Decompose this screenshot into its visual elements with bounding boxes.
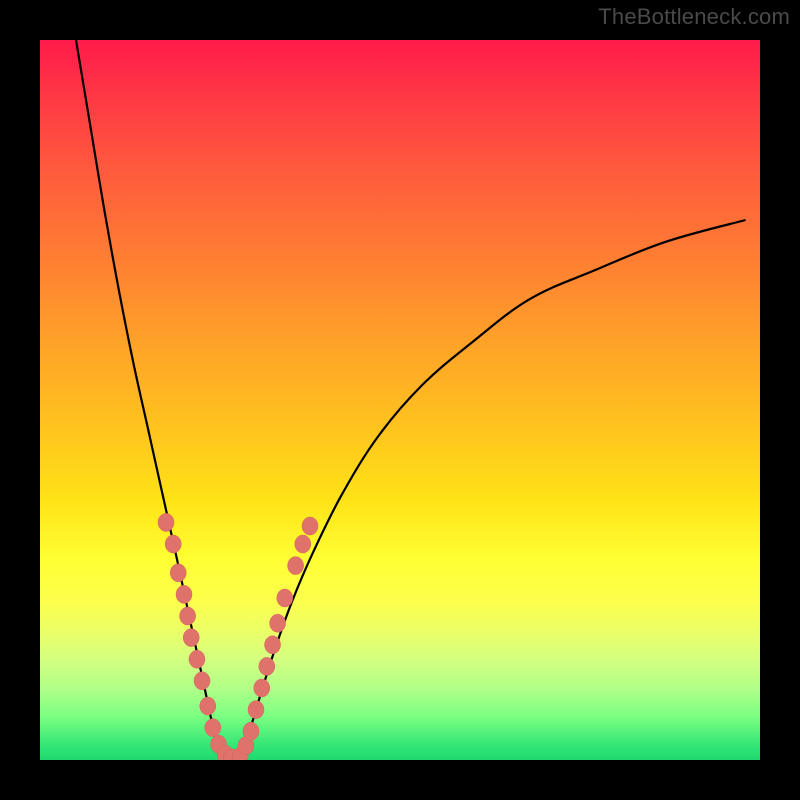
data-dot: [259, 657, 275, 675]
data-dot: [288, 557, 304, 575]
chart-frame: TheBottleneck.com: [0, 0, 800, 800]
data-dot: [205, 719, 221, 737]
data-dot: [170, 564, 186, 582]
data-dot: [295, 535, 311, 553]
data-dot: [302, 517, 318, 535]
data-dot: [180, 607, 196, 625]
data-dot: [183, 629, 199, 647]
watermark-text: TheBottleneck.com: [598, 4, 790, 30]
data-dot: [243, 722, 259, 740]
data-dot: [165, 535, 181, 553]
left-dots: [158, 513, 240, 760]
data-dot: [189, 650, 205, 668]
data-dot: [265, 636, 281, 654]
data-dot: [158, 513, 174, 531]
data-dot: [200, 697, 216, 715]
data-dot: [270, 614, 286, 632]
right-dots: [232, 517, 318, 760]
data-dot: [176, 585, 192, 603]
data-dot: [254, 679, 270, 697]
curves-svg: [40, 40, 760, 760]
plot-area: [40, 40, 760, 760]
data-dot: [194, 672, 210, 690]
data-dot: [248, 701, 264, 719]
right-curve: [242, 220, 746, 760]
data-dot: [277, 589, 293, 607]
